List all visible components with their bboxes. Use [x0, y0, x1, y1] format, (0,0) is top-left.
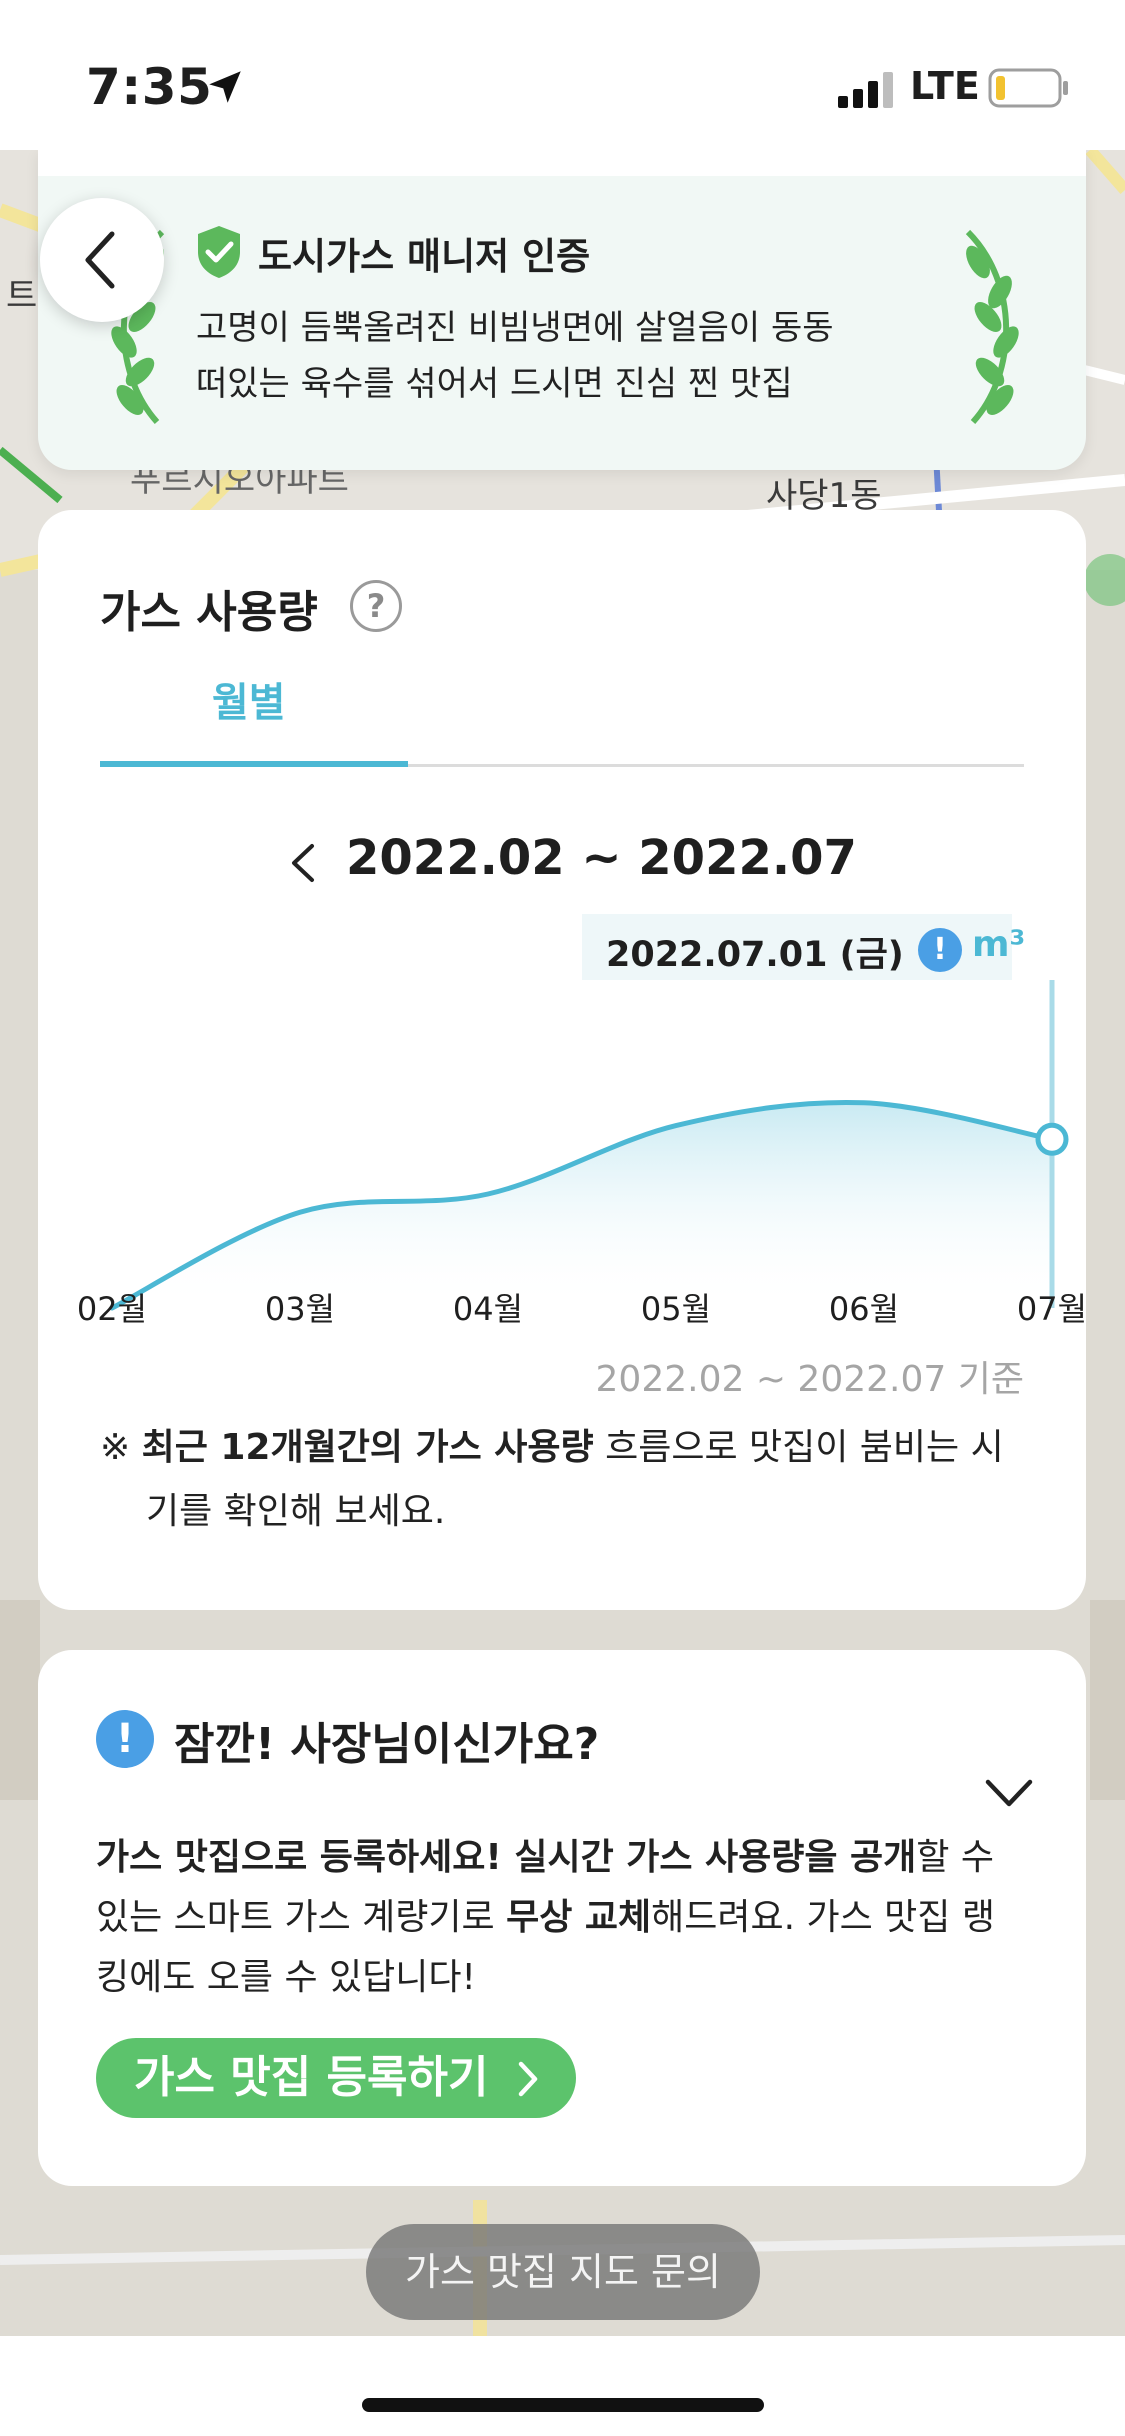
card-top-strip	[38, 150, 1086, 176]
note-bold: 최근 12개월간의 가스 사용량	[141, 1427, 594, 1468]
tooltip-unit: m³	[972, 924, 1026, 965]
gas-usage-title: 가스 사용량	[100, 587, 318, 638]
tab-active-indicator	[100, 761, 408, 767]
home-indicator[interactable]	[362, 2398, 764, 2412]
chart-area-fill	[112, 1102, 1052, 1308]
gas-usage-chart[interactable]: 02월 03월 04월 05월 06월 07월	[38, 980, 1086, 1340]
tab-monthly[interactable]: 월별	[212, 670, 286, 728]
battery-low-icon	[988, 68, 1068, 108]
x-tick-label: 03월	[265, 1290, 335, 1328]
status-bar: 7:35 LTE	[0, 0, 1125, 150]
map-label: 트	[6, 276, 38, 316]
x-tick-label: 02월	[77, 1290, 147, 1328]
chart-tooltip: 2022.07.01 (금) ! m³	[582, 914, 1025, 980]
owner-title: 잠깐! 사장님이신가요?	[174, 1719, 600, 1770]
status-time: 7:35	[86, 58, 213, 116]
x-tick-label: 06월	[829, 1290, 899, 1328]
cellular-signal-icon	[838, 72, 893, 108]
chart-footnote: 2022.02 ~ 2022.07 기준	[595, 1359, 1024, 1400]
laurel-right-icon	[965, 229, 1019, 425]
owner-desc-bold1: 가스 맛집으로 등록하세요! 실시간 가스 사용량을 공개	[96, 1837, 917, 1878]
info-icon[interactable]: !	[918, 928, 962, 972]
date-range-label: 2022.02 ~ 2022.07	[346, 830, 857, 886]
network-type: LTE	[910, 64, 980, 108]
owner-desc-text2: 있는 스마트 가스 계량기로	[96, 1897, 507, 1938]
chevron-down-icon[interactable]	[984, 1776, 1034, 1810]
back-button[interactable]	[40, 198, 164, 322]
chart-data-point[interactable]	[1035, 1122, 1069, 1156]
owner-desc-bold2: 무상 교체	[506, 1897, 652, 1938]
usage-note: ※ 최근 12개월간의 가스 사용량 흐름으로 맛집이 붐비는 시 기를 확인해…	[100, 1416, 1050, 1544]
owner-card: ! 잠깐! 사장님이신가요? 가스 맛집으로 등록하세요! 실시간 가스 사용량…	[38, 1650, 1086, 2186]
owner-desc-text1: 할 수	[916, 1837, 994, 1878]
cert-desc-line2: 떠있는 육수를 섞어서 드시면 진심 찐 맛집	[196, 364, 793, 404]
note-line2: 기를 확인해 보세요.	[146, 1491, 446, 1532]
help-icon[interactable]: ?	[350, 580, 402, 632]
note-prefix: ※	[100, 1427, 142, 1468]
home-area	[0, 2336, 1125, 2436]
chevron-left-icon	[85, 231, 115, 289]
note-rest: 흐름으로 맛집이 붐비는 시	[593, 1427, 1004, 1468]
certification-description: 고명이 듬뿍올려진 비빔냉면에 살얼음이 동동 떠있는 육수를 섞어서 드시면 …	[196, 300, 956, 412]
x-tick-label: 04월	[453, 1290, 523, 1328]
register-restaurant-button[interactable]: 가스 맛집 등록하기	[96, 2038, 576, 2118]
certification-title: 도시가스 매니저 인증	[258, 235, 591, 278]
previous-range-button[interactable]	[284, 840, 324, 886]
map-inquiry-button[interactable]: 가스 맛집 지도 문의	[366, 2224, 760, 2320]
certification-card: 도시가스 매니저 인증 고명이 듬뿍올려진 비빔냉면에 살얼음이 동동 떠있는 …	[38, 150, 1086, 470]
location-arrow-icon	[209, 71, 241, 103]
shield-check-icon	[198, 226, 240, 278]
owner-desc-text3: 해드려요. 가스 맛집 랭	[651, 1897, 995, 1938]
owner-desc-text4: 킹에도 오를 수 있답니다!	[96, 1957, 476, 1998]
cert-desc-line1: 고명이 듬뿍올려진 비빔냉면에 살얼음이 동동	[196, 308, 834, 348]
tooltip-date: 2022.07.01 (금)	[606, 935, 904, 975]
register-button-label: 가스 맛집 등록하기	[134, 2052, 489, 2103]
owner-description: 가스 맛집으로 등록하세요! 실시간 가스 사용량을 공개할 수 있는 스마트 …	[96, 1828, 1046, 2008]
gas-usage-card: 가스 사용량 ? 월별 2022.02 ~ 2022.07 2022.07.01…	[38, 510, 1086, 1610]
alert-icon: !	[96, 1710, 154, 1768]
x-tick-label: 05월	[641, 1290, 711, 1328]
x-tick-label: 07월	[1017, 1290, 1086, 1328]
chevron-right-icon	[518, 2061, 538, 2097]
